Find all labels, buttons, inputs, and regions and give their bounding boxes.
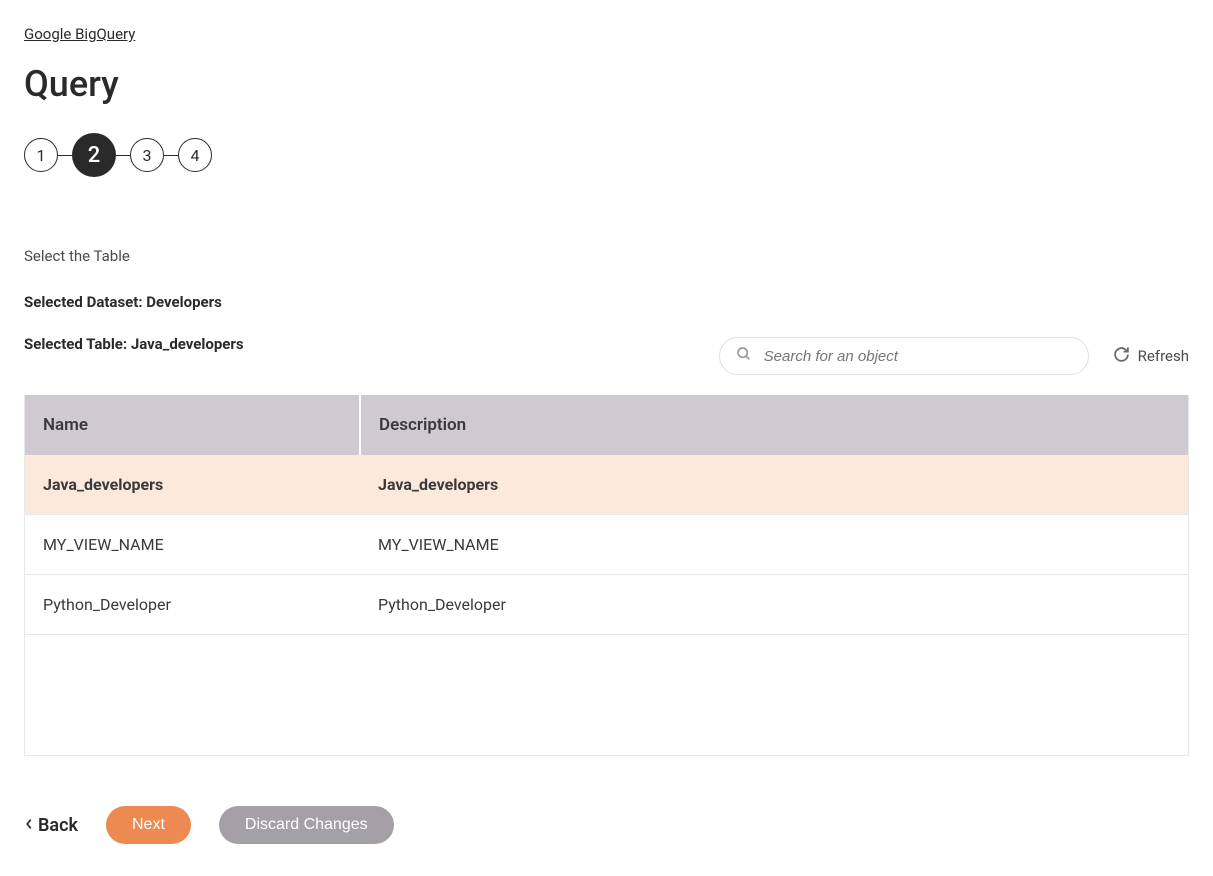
step-connector: [164, 155, 178, 156]
page-title: Query: [24, 63, 1189, 105]
table-spacer: [25, 635, 1188, 755]
table-row[interactable]: MY_VIEW_NAMEMY_VIEW_NAME: [25, 515, 1188, 575]
back-button[interactable]: Back: [24, 815, 78, 836]
step-1[interactable]: 1: [24, 138, 58, 172]
step-connector: [116, 155, 130, 156]
next-button[interactable]: Next: [106, 806, 191, 844]
table-cell-description: Java_developers: [360, 455, 1188, 515]
table-row[interactable]: Java_developersJava_developers: [25, 455, 1188, 515]
step-2[interactable]: 2: [72, 133, 116, 177]
search-input[interactable]: [764, 348, 1072, 365]
refresh-icon: [1113, 346, 1130, 367]
footer-actions: Back Next Discard Changes: [24, 806, 1189, 844]
table-cell-description: Python_Developer: [360, 575, 1188, 635]
table-cell-description: MY_VIEW_NAME: [360, 515, 1188, 575]
search-box[interactable]: [719, 337, 1089, 375]
table-cell-name: MY_VIEW_NAME: [25, 515, 360, 575]
table-container: Name Description Java_developersJava_dev…: [24, 395, 1189, 756]
refresh-button[interactable]: Refresh: [1113, 346, 1189, 367]
table-row[interactable]: Python_DeveloperPython_Developer: [25, 575, 1188, 635]
table-header-description: Description: [360, 395, 1188, 455]
step-connector: [58, 155, 72, 156]
step-4[interactable]: 4: [178, 138, 212, 172]
discard-button[interactable]: Discard Changes: [219, 806, 394, 844]
back-label: Back: [38, 815, 78, 836]
table-cell-name: Python_Developer: [25, 575, 360, 635]
step-3[interactable]: 3: [130, 138, 164, 172]
breadcrumb-link[interactable]: Google BigQuery: [24, 25, 135, 43]
table-cell-name: Java_developers: [25, 455, 360, 515]
stepper: 1 2 3 4: [24, 133, 1189, 177]
section-label: Select the Table: [24, 247, 1189, 265]
search-icon: [736, 346, 752, 366]
table-header-name: Name: [25, 395, 360, 455]
selected-dataset: Selected Dataset: Developers: [24, 293, 1189, 311]
refresh-label: Refresh: [1138, 347, 1189, 365]
chevron-left-icon: [24, 815, 34, 836]
